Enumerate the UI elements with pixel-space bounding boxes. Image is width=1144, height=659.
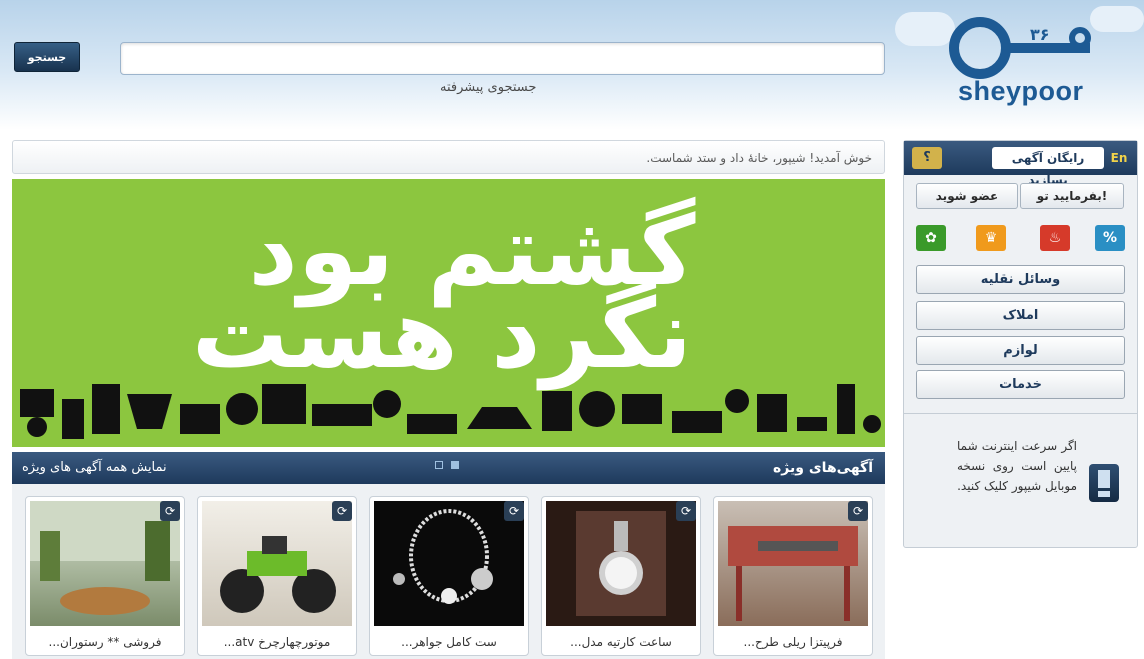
- refresh-icon: ⟳: [848, 501, 868, 521]
- ad-photo: [30, 501, 180, 626]
- register-button[interactable]: عضو شوید: [916, 183, 1018, 209]
- category-services[interactable]: خدمات: [916, 370, 1125, 399]
- ad-card[interactable]: ⟳ ساعت کارتیه مدل...: [541, 496, 701, 656]
- search-input[interactable]: [120, 42, 885, 75]
- mobile-phone-icon: [1089, 464, 1119, 502]
- featured-cards: ⟳ فرپیتزا ریلی طرح... ⟳ ساعت کارتیه مدل.…: [12, 484, 885, 659]
- mobile-version-box[interactable]: اگر سرعت اینترنت شما پایین است روی نسخه …: [904, 413, 1137, 548]
- ad-card[interactable]: ⟳ فرپیتزا ریلی طرح...: [713, 496, 873, 656]
- sidebar-header: En رایگان آگهی بسازید ؟: [904, 141, 1137, 187]
- hot-icon[interactable]: ♨: [1040, 225, 1070, 251]
- ad-caption: فروشی ** رستوران...: [48, 635, 162, 649]
- advanced-search-link[interactable]: جستجوی پیشرفته: [440, 80, 536, 95]
- refresh-icon: ⟳: [332, 501, 352, 521]
- refresh-icon: ⟳: [160, 501, 180, 521]
- login-button[interactable]: بفرمایید تو!: [1020, 183, 1124, 209]
- mobile-version-text: اگر سرعت اینترنت شما پایین است روی نسخه …: [957, 439, 1077, 493]
- sidebar: En رایگان آگهی بسازید ؟ بفرمایید تو! عضو…: [903, 140, 1138, 548]
- slider-dot-active[interactable]: [451, 461, 459, 469]
- category-vehicles[interactable]: وسائل نقلیه: [916, 265, 1125, 294]
- key-logo-icon: ۳۶: [949, 17, 1091, 79]
- slider-dot[interactable]: [435, 461, 443, 469]
- create-free-ad-button[interactable]: رایگان آگهی بسازید: [992, 147, 1104, 187]
- header: ۳۶ sheypoor جستجو جستجوی پیشرفته: [0, 0, 1144, 130]
- refresh-icon: ⟳: [504, 501, 524, 521]
- ad-card[interactable]: ⟳ فروشی ** رستوران...: [25, 496, 185, 656]
- trophy-icon[interactable]: ♛: [976, 225, 1006, 251]
- category-real-estate[interactable]: املاک: [916, 301, 1125, 330]
- category-goods[interactable]: لوازم: [916, 336, 1125, 365]
- discount-icon[interactable]: %: [1095, 225, 1125, 251]
- refresh-icon: ⟳: [676, 501, 696, 521]
- logo-text: sheypoor: [958, 76, 1084, 106]
- featured-title: آگهی‌های ویژه: [773, 460, 873, 476]
- search-button[interactable]: جستجو: [14, 42, 80, 72]
- banner-line2: نگرد هست: [192, 278, 692, 390]
- grape-icon[interactable]: ✿: [916, 225, 946, 251]
- ad-card[interactable]: ⟳ موتورچهارچرخ atv...: [197, 496, 357, 656]
- ad-caption: ست کامل جواهر...: [401, 635, 497, 649]
- site-logo[interactable]: ۳۶ sheypoor: [900, 10, 1140, 120]
- banner-art: گشتم بود نگرد هست: [20, 195, 881, 439]
- promo-banner[interactable]: گشتم بود نگرد هست: [12, 179, 885, 447]
- ad-caption: ساعت کارتیه مدل...: [570, 635, 672, 649]
- ad-photo: [546, 501, 696, 626]
- welcome-bar: خوش آمدید! شیپور، خانهٔ داد و ستد شماست.: [12, 140, 885, 174]
- featured-ads-bar: آگهی‌های ویژه نمایش همه آگهی های ویژه: [12, 452, 885, 484]
- svg-text:۳۶: ۳۶: [1030, 25, 1050, 44]
- help-button[interactable]: ؟: [912, 147, 942, 169]
- ad-card[interactable]: ⟳ ست کامل جواهر...: [369, 496, 529, 656]
- banner-objects-silhouettes: [20, 384, 881, 439]
- ad-photo: [718, 501, 868, 626]
- ad-caption: فرپیتزا ریلی طرح...: [743, 635, 843, 649]
- ad-photo: [374, 501, 524, 626]
- ad-photo: [202, 501, 352, 626]
- show-all-featured-link[interactable]: نمایش همه آگهی های ویژه: [22, 452, 167, 484]
- english-link[interactable]: En: [1107, 147, 1131, 169]
- ad-caption: موتورچهارچرخ atv...: [223, 635, 331, 649]
